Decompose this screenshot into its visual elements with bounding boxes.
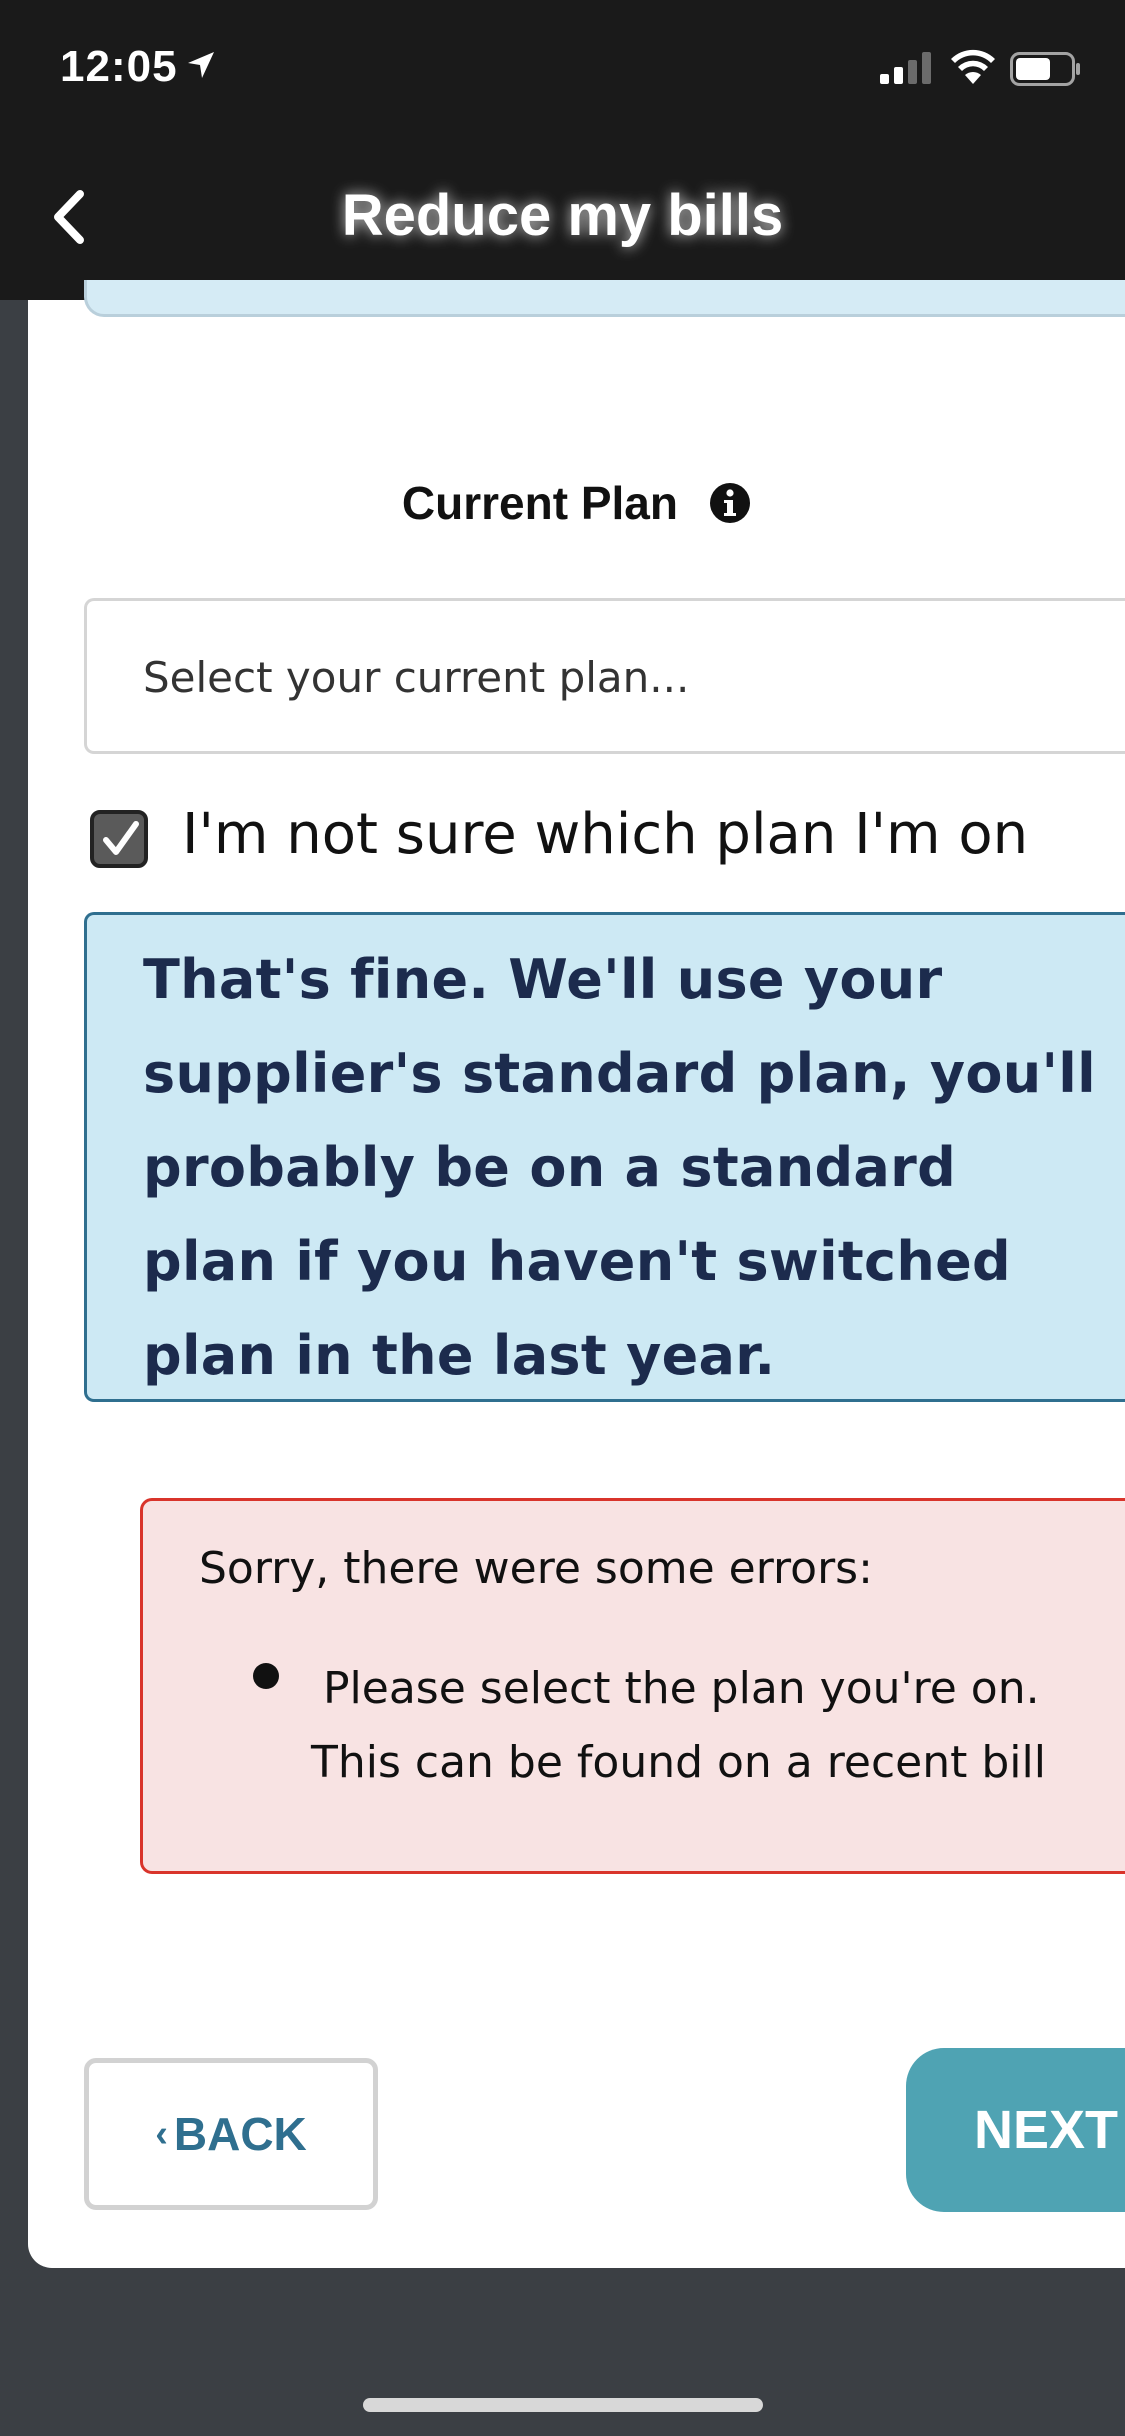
back-button[interactable]: ‹ BACK: [84, 2058, 378, 2210]
home-indicator[interactable]: [363, 2398, 763, 2412]
error-message-line1: Please select the plan you're on.: [323, 1663, 1040, 1714]
not-sure-checkbox[interactable]: [90, 810, 148, 868]
battery-icon: [1010, 52, 1080, 86]
plan-select-placeholder: Select your current plan...: [143, 653, 690, 702]
nav-bar: Reduce my bills: [0, 130, 1125, 300]
standard-plan-info-text: That's fine. We'll use your supplier's s…: [143, 948, 1096, 1387]
back-button-label: BACK: [173, 2108, 307, 2160]
not-sure-checkbox-label: I'm not sure which plan I'm on: [182, 802, 1029, 867]
info-circle-icon[interactable]: [709, 482, 751, 524]
error-summary-box: Sorry, there were some errors: Please se…: [140, 1498, 1125, 1874]
page-title: Reduce my bills: [341, 183, 784, 248]
status-bar: 12:05: [0, 0, 1125, 130]
checkmark-icon: [103, 821, 139, 855]
standard-plan-info-box: That's fine. We'll use your supplier's s…: [84, 912, 1125, 1402]
next-button-label: NEXT: [974, 2100, 1119, 2160]
status-time: 12:05: [60, 42, 178, 91]
next-button[interactable]: NEXT: [906, 2048, 1125, 2212]
error-message-line2: This can be found on a recent bill: [311, 1737, 1046, 1788]
error-heading: Sorry, there were some errors:: [199, 1543, 873, 1594]
wifi-icon: [951, 49, 995, 84]
current-plan-label-row: Current Plan: [28, 476, 1125, 530]
current-plan-label: Current Plan: [401, 477, 678, 529]
location-arrow-icon: [188, 52, 214, 78]
error-bullet: [253, 1663, 279, 1689]
previous-panel-edge: [84, 280, 1125, 317]
cellular-signal-icon: [880, 52, 931, 84]
not-sure-checkbox-row[interactable]: I'm not sure which plan I'm on: [90, 802, 1125, 872]
chevron-left-small-icon: ‹: [155, 2112, 168, 2155]
current-plan-select[interactable]: Select your current plan...: [84, 598, 1125, 754]
content-card: Current Plan Select your current plan...…: [28, 280, 1125, 2268]
